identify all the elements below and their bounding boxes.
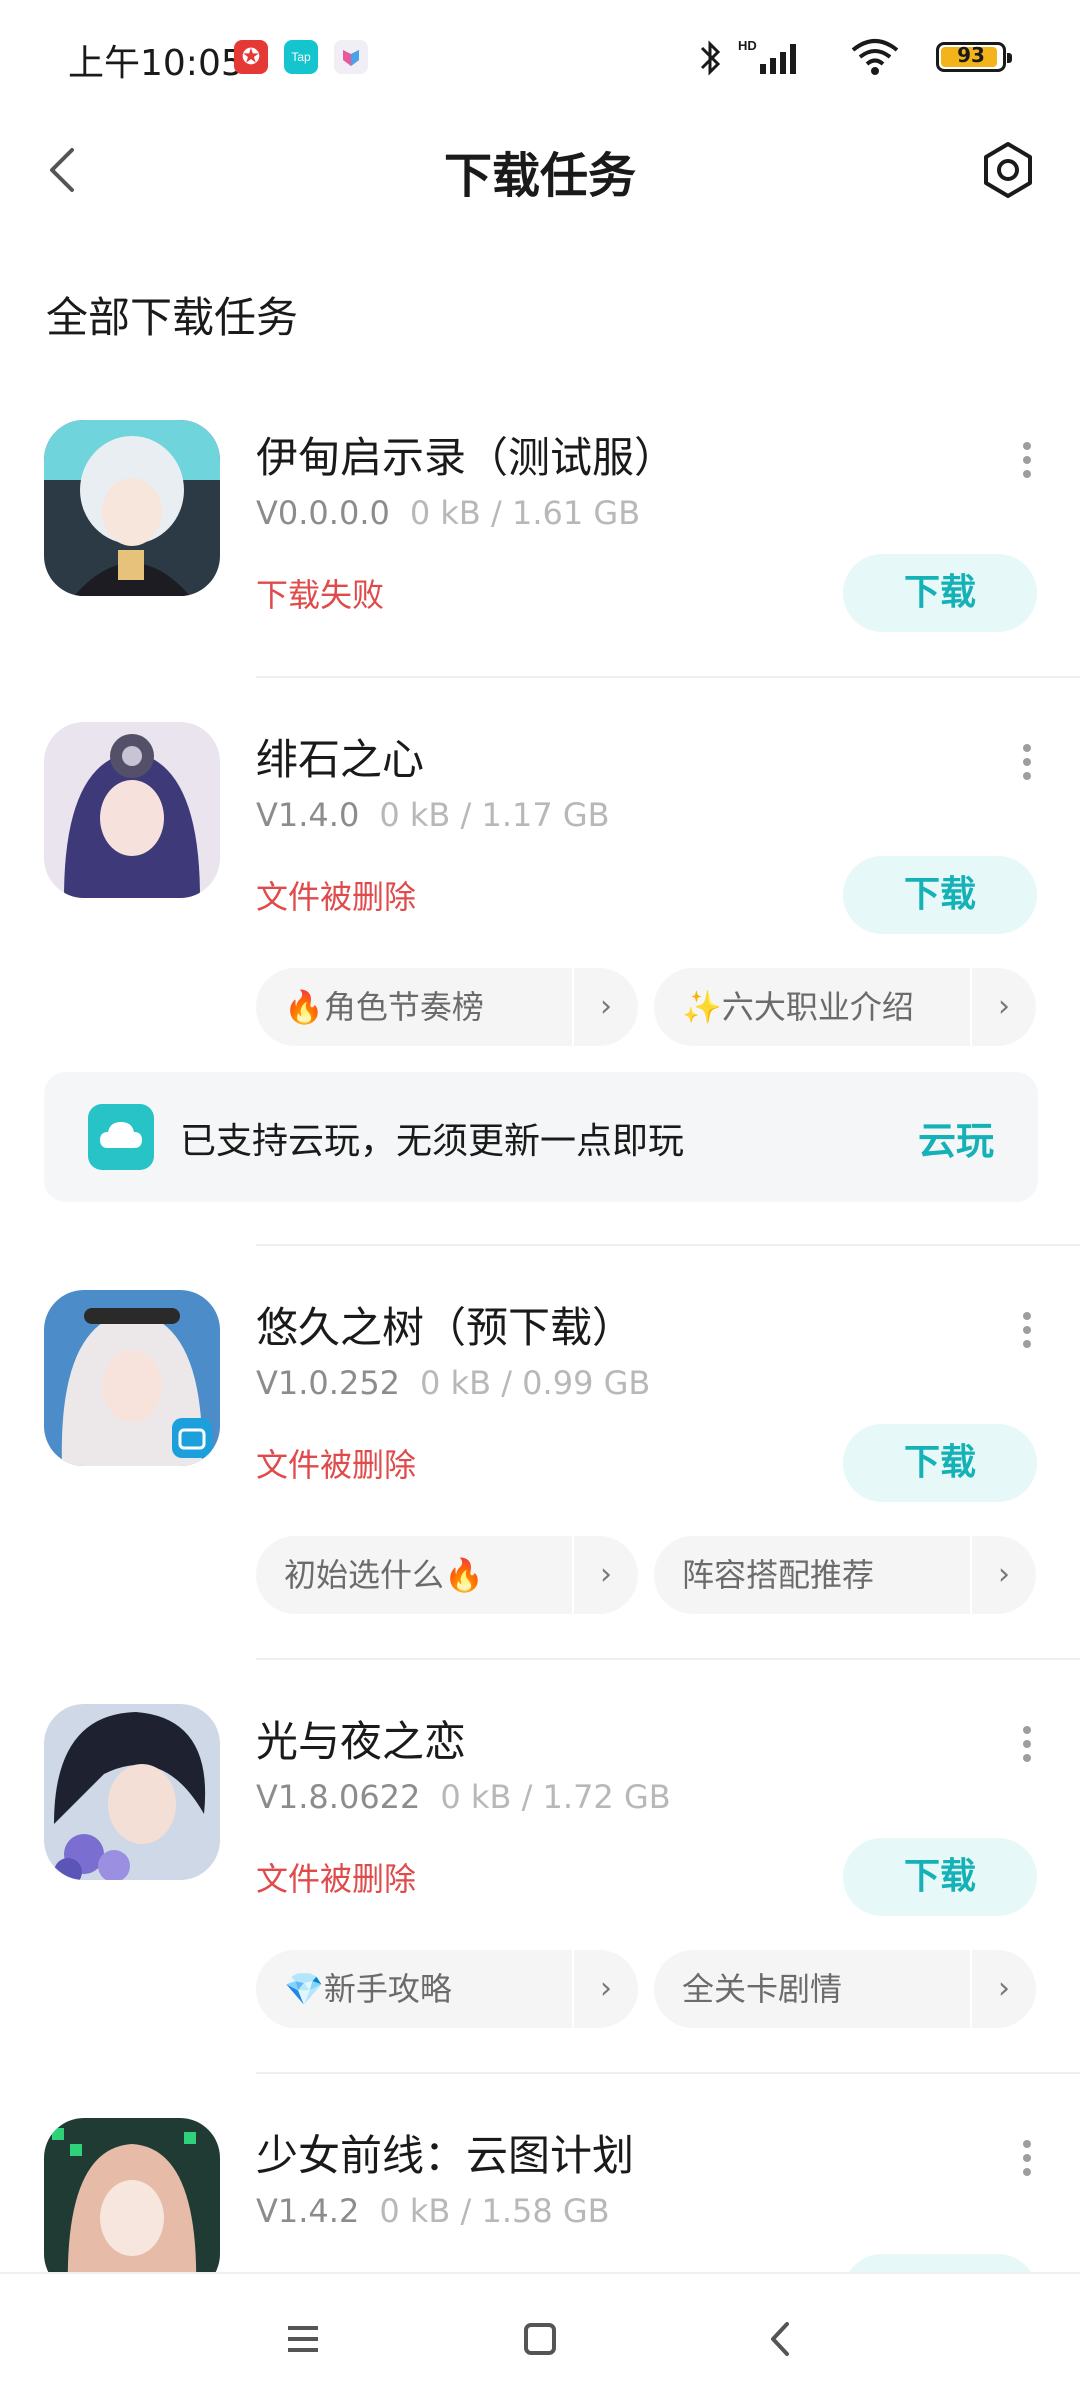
header: 下载任务 bbox=[0, 120, 1080, 220]
more-options-button[interactable] bbox=[1010, 1720, 1044, 1780]
app-icon[interactable] bbox=[44, 1704, 220, 1880]
guide-tag-label: 🔥角色节奏榜 bbox=[284, 988, 484, 1026]
app-size: 0 kB / 1.72 GB bbox=[440, 1778, 671, 1816]
guide-tags: 🔥角色节奏榜 › ✨六大职业介绍 › bbox=[256, 968, 1038, 1046]
app-name: 伊甸启示录（测试服） bbox=[256, 433, 677, 482]
download-status: 文件被删除 bbox=[256, 878, 417, 916]
app-name: 绯石之心 bbox=[256, 735, 425, 784]
section-title: 全部下载任务 bbox=[46, 293, 299, 342]
signal-icon: HD bbox=[734, 36, 834, 76]
app-size: 0 kB / 0.99 GB bbox=[420, 1364, 651, 1402]
app-size: 0 kB / 1.17 GB bbox=[379, 796, 610, 834]
app-version: V1.8.0622 bbox=[256, 1778, 421, 1816]
download-status: 文件被删除 bbox=[256, 1446, 417, 1484]
download-task: 少女前线：云图计划 V1.4.2 0 kB / 1.58 GB bbox=[0, 2118, 1080, 2272]
app-icon[interactable] bbox=[44, 722, 220, 898]
app-version: V1.4.2 bbox=[256, 2192, 360, 2230]
app-meta: V1.0.252 0 kB / 0.99 GB bbox=[256, 1364, 650, 1402]
app-name: 悠久之树（预下载） bbox=[256, 1303, 635, 1352]
guide-tag[interactable]: 全关卡剧情 › bbox=[654, 1950, 1036, 2028]
cloud-play-text: 已支持云玩，无须更新一点即玩 bbox=[180, 1121, 685, 1162]
guide-tags: 初始选什么🔥 › 阵容搭配推荐 › bbox=[256, 1536, 1038, 1614]
app-name: 光与夜之恋 bbox=[256, 1717, 467, 1766]
app-version: V1.4.0 bbox=[256, 796, 360, 834]
taptap-notification-icon: Tap bbox=[284, 40, 318, 74]
download-task: 伊甸启示录（测试服） V0.0.0.0 0 kB / 1.61 GB 下载失败 下… bbox=[0, 420, 1080, 680]
download-task: 悠久之树（预下载） V1.0.252 0 kB / 0.99 GB 文件被删除 下… bbox=[0, 1290, 1080, 1630]
app-meta: V0.0.0.0 0 kB / 1.61 GB bbox=[256, 494, 640, 532]
wifi-icon bbox=[850, 38, 900, 76]
app-size: 0 kB / 1.58 GB bbox=[379, 2192, 610, 2230]
menu-button[interactable] bbox=[268, 2304, 338, 2374]
cloud-play-button[interactable]: 云玩 bbox=[918, 1110, 994, 1165]
download-status: 文件被删除 bbox=[256, 1860, 417, 1898]
app-version: V0.0.0.0 bbox=[256, 494, 390, 532]
chevron-right-icon: › bbox=[970, 1536, 1036, 1614]
divider bbox=[256, 2072, 1080, 2074]
app-notification-icon bbox=[334, 40, 368, 74]
battery-icon: 93 bbox=[936, 42, 1012, 72]
app-icon[interactable] bbox=[44, 2118, 220, 2272]
app-icon[interactable] bbox=[44, 420, 220, 596]
more-options-button[interactable] bbox=[1010, 1306, 1044, 1366]
download-task: 光与夜之恋 V1.8.0622 0 kB / 1.72 GB 文件被删除 下载 💎… bbox=[0, 1704, 1080, 2044]
guide-tag[interactable]: 初始选什么🔥 › bbox=[256, 1536, 638, 1614]
chevron-right-icon: › bbox=[970, 968, 1036, 1046]
home-button[interactable] bbox=[505, 2304, 575, 2374]
download-status: 下载失败 bbox=[256, 576, 385, 614]
gear-icon bbox=[984, 142, 1032, 198]
guide-tags: 💎新手攻略 › 全关卡剧情 › bbox=[256, 1950, 1038, 2028]
home-icon bbox=[524, 2323, 556, 2355]
guide-tag-label: 阵容搭配推荐 bbox=[682, 1556, 875, 1594]
page-title: 下载任务 bbox=[443, 148, 636, 204]
more-options-button[interactable] bbox=[1010, 436, 1044, 496]
guide-tag-label: 全关卡剧情 bbox=[682, 1970, 843, 2008]
app-size: 0 kB / 1.61 GB bbox=[409, 494, 641, 532]
divider bbox=[256, 1244, 1080, 1246]
guide-tag-label: ✨六大职业介绍 bbox=[682, 988, 914, 1026]
download-button[interactable] bbox=[843, 2254, 1037, 2272]
guide-tag[interactable]: ✨六大职业介绍 › bbox=[654, 968, 1036, 1046]
divider bbox=[256, 676, 1080, 678]
guide-tag-label: 💎新手攻略 bbox=[284, 1970, 452, 2008]
back-nav-button[interactable] bbox=[745, 2304, 815, 2374]
download-button[interactable]: 下载 bbox=[843, 856, 1037, 934]
chevron-right-icon: › bbox=[572, 1536, 638, 1614]
menu-icon bbox=[288, 2326, 318, 2352]
download-button[interactable]: 下载 bbox=[843, 554, 1037, 632]
guide-tag-label: 初始选什么🔥 bbox=[284, 1556, 484, 1594]
battery-level: 93 bbox=[957, 43, 985, 67]
hd-label: HD bbox=[738, 38, 757, 53]
app-version: V1.0.252 bbox=[256, 1364, 401, 1402]
download-button[interactable]: 下载 bbox=[843, 1838, 1037, 1916]
settings-button[interactable] bbox=[976, 138, 1040, 202]
app-name: 少女前线：云图计划 bbox=[256, 2131, 635, 2180]
chevron-right-icon: › bbox=[970, 1950, 1036, 2028]
guide-tag[interactable]: 阵容搭配推荐 › bbox=[654, 1536, 1036, 1614]
chevron-right-icon: › bbox=[572, 968, 638, 1046]
app-meta: V1.4.2 0 kB / 1.58 GB bbox=[256, 2192, 610, 2230]
app-meta: V1.8.0622 0 kB / 1.72 GB bbox=[256, 1778, 671, 1816]
download-button[interactable]: 下载 bbox=[843, 1424, 1037, 1502]
chevron-right-icon: › bbox=[572, 1950, 638, 2028]
cloud-icon bbox=[88, 1104, 154, 1170]
netease-music-notification-icon: ✪ bbox=[234, 40, 268, 74]
app-icon[interactable] bbox=[44, 1290, 220, 1466]
guide-tag[interactable]: 💎新手攻略 › bbox=[256, 1950, 638, 2028]
system-nav-bar bbox=[0, 2272, 1080, 2400]
divider bbox=[256, 1658, 1080, 1660]
more-options-button[interactable] bbox=[1010, 738, 1044, 798]
status-time: 上午10:05 bbox=[68, 43, 244, 84]
back-icon bbox=[771, 2322, 789, 2356]
download-task: 绯石之心 V1.4.0 0 kB / 1.17 GB 文件被删除 下载 🔥角色节奏… bbox=[0, 722, 1080, 1062]
app-meta: V1.4.0 0 kB / 1.17 GB bbox=[256, 796, 610, 834]
more-options-button[interactable] bbox=[1010, 2134, 1044, 2194]
bluetooth-icon bbox=[698, 38, 722, 87]
guide-tag[interactable]: 🔥角色节奏榜 › bbox=[256, 968, 638, 1046]
status-bar: 上午10:05 ✪ Tap HD 93 bbox=[0, 0, 1080, 120]
cloud-play-card[interactable]: 已支持云玩，无须更新一点即玩 云玩 bbox=[44, 1072, 1038, 1202]
